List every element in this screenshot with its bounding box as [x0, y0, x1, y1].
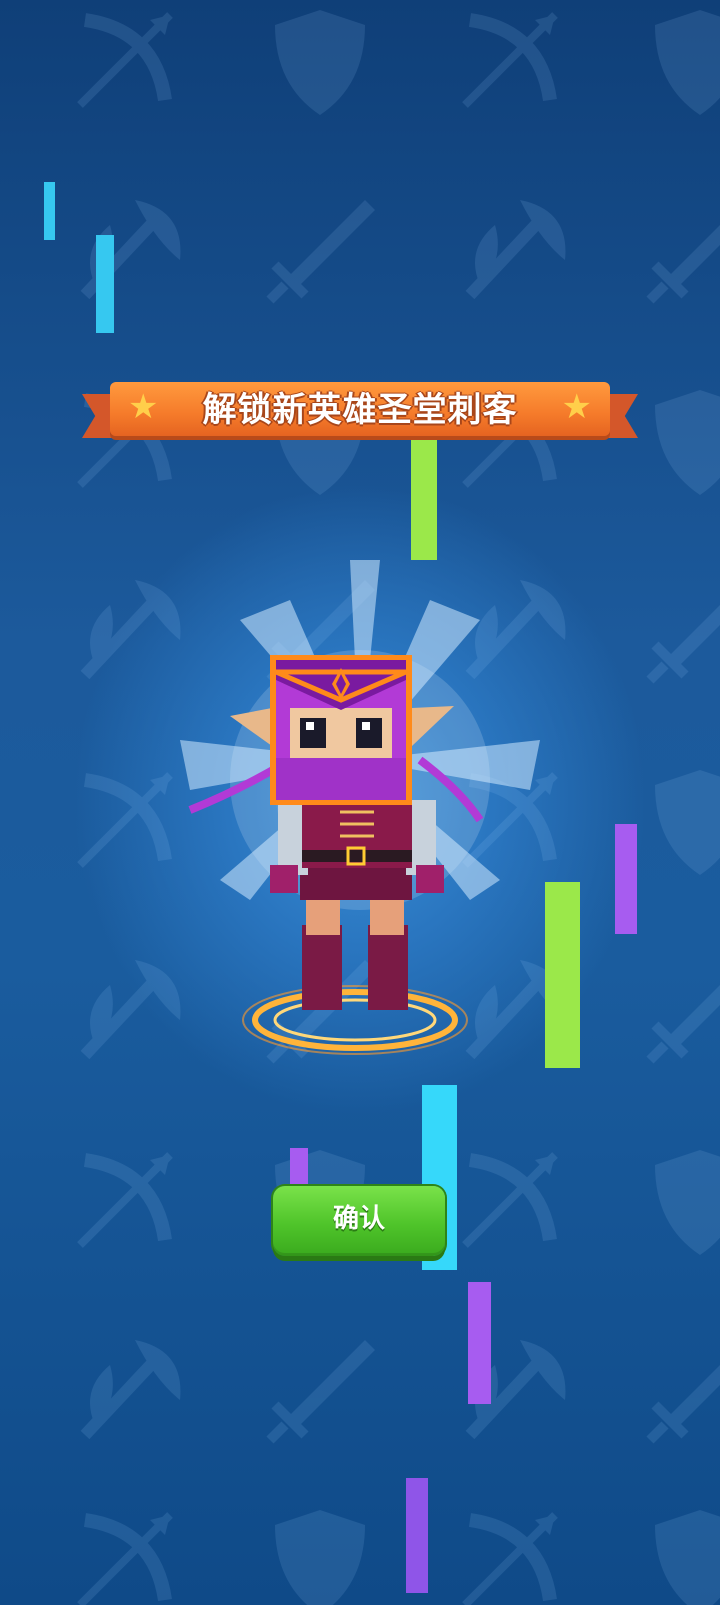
sword-icon: [646, 985, 720, 1064]
axe-icon: [80, 1340, 181, 1440]
light-streak: [468, 1282, 491, 1404]
shield-icon: [655, 10, 720, 115]
bow-icon: [77, 772, 173, 868]
bow-icon: [77, 1152, 173, 1248]
axe-icon: [80, 580, 181, 680]
bow-icon: [77, 1512, 173, 1605]
confirm-button[interactable]: 确认: [273, 1186, 445, 1256]
light-streak: [96, 235, 114, 333]
light-streak: [411, 440, 437, 560]
light-streak: [545, 882, 580, 1068]
shield-icon: [275, 10, 365, 115]
bow-icon: [462, 12, 558, 108]
sword-icon: [646, 605, 720, 684]
bow-icon: [462, 1512, 558, 1605]
unlock-hero-screen: ★ ★ 解锁新英雄圣堂刺客 确认: [0, 0, 720, 1605]
sword-icon: [646, 1365, 720, 1444]
axe-icon: [465, 200, 566, 300]
sword-icon: [266, 1340, 375, 1444]
shield-icon: [655, 390, 720, 495]
light-streak: [615, 824, 637, 934]
sword-icon: [266, 200, 375, 304]
sword-icon: [646, 225, 720, 304]
axe-icon: [80, 960, 181, 1060]
light-streak: [44, 182, 55, 240]
bow-icon: [77, 12, 173, 108]
bow-icon: [462, 1152, 558, 1248]
shield-icon: [655, 1510, 720, 1605]
unlock-banner: ★ ★ 解锁新英雄圣堂刺客: [82, 380, 638, 450]
confirm-button-label: 确认: [332, 1204, 385, 1234]
shield-icon: [655, 1150, 720, 1255]
shield-icon: [275, 1510, 365, 1605]
shield-icon: [655, 770, 720, 875]
hero-character: [180, 560, 540, 1055]
light-streak: [406, 1478, 428, 1593]
banner-title: 解锁新英雄圣堂刺客: [202, 390, 518, 430]
